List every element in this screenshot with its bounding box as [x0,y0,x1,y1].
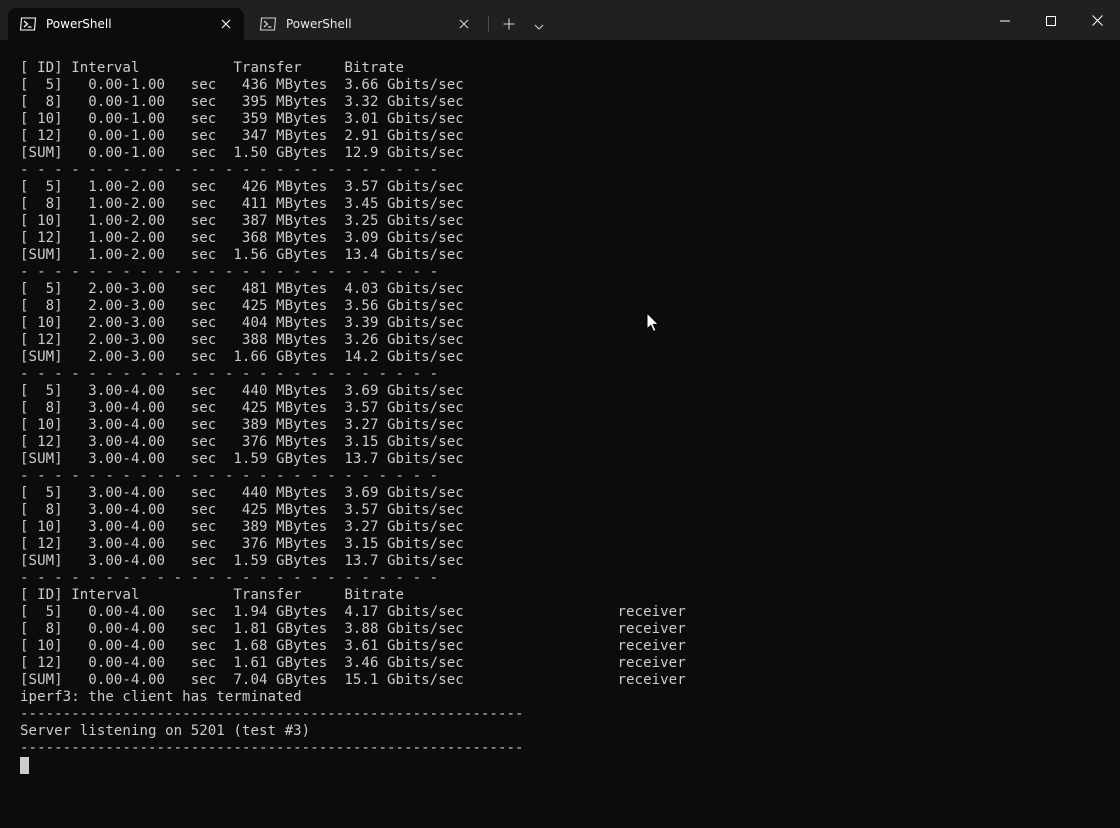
minimize-icon [1000,11,1010,30]
terminal-line: [ 5] 1.00-2.00 sec 426 MBytes 3.57 Gbits… [20,179,464,195]
terminal-line: ----------------------------------------… [20,706,524,722]
terminal-line: [ 10] 0.00-4.00 sec 1.68 GBytes 3.61 Gbi… [20,638,686,654]
terminal-line: [ 8] 2.00-3.00 sec 425 MBytes 3.56 Gbits… [20,298,464,314]
tab-label: PowerShell [286,17,352,31]
terminal-line: - - - - - - - - - - - - - - - - - - - - … [20,570,439,586]
terminal-line: [ 8] 0.00-1.00 sec 395 MBytes 3.32 Gbits… [20,94,464,110]
terminal-line: [ 5] 0.00-1.00 sec 436 MBytes 3.66 Gbits… [20,77,464,93]
terminal-line: [ 12] 0.00-1.00 sec 347 MBytes 2.91 Gbit… [20,128,464,144]
terminal-line: [SUM] 3.00-4.00 sec 1.59 GBytes 13.7 Gbi… [20,553,464,569]
terminal-line: [SUM] 1.00-2.00 sec 1.56 GBytes 13.4 Gbi… [20,247,464,263]
tab-label: PowerShell [46,17,112,31]
tab-powershell-inactive[interactable]: PowerShell [248,8,482,40]
terminal-output[interactable]: [ ID] Interval Transfer Bitrate[ 5] 0.00… [0,40,1120,828]
terminal-line: [ 8] 3.00-4.00 sec 425 MBytes 3.57 Gbits… [20,400,464,416]
powershell-icon [20,16,36,32]
terminal-line: - - - - - - - - - - - - - - - - - - - - … [20,366,439,382]
maximize-icon [1046,11,1056,30]
tab-powershell-active[interactable]: PowerShell [8,8,244,40]
terminal-line: [SUM] 0.00-1.00 sec 1.50 GBytes 12.9 Gbi… [20,145,464,161]
terminal-line: - - - - - - - - - - - - - - - - - - - - … [20,162,439,178]
terminal-line: [ 10] 3.00-4.00 sec 389 MBytes 3.27 Gbit… [20,519,464,535]
terminal-line: [ 12] 2.00-3.00 sec 388 MBytes 3.26 Gbit… [20,332,464,348]
terminal-line: [SUM] 3.00-4.00 sec 1.59 GBytes 13.7 Gbi… [20,451,464,467]
terminal-line: [ 10] 3.00-4.00 sec 389 MBytes 3.27 Gbit… [20,417,464,433]
title-bar[interactable]: PowerShell PowerShell [0,0,1120,40]
minimize-button[interactable] [982,0,1028,40]
terminal-line: [SUM] 0.00-4.00 sec 7.04 GBytes 15.1 Gbi… [20,672,686,688]
mouse-pointer-icon [646,311,660,334]
terminal-line: [ 8] 0.00-4.00 sec 1.81 GBytes 3.88 Gbit… [20,621,686,637]
terminal-line: [ 10] 2.00-3.00 sec 404 MBytes 3.39 Gbit… [20,315,464,331]
plus-icon [503,15,515,34]
terminal-line: [ 8] 1.00-2.00 sec 411 MBytes 3.45 Gbits… [20,196,464,212]
terminal-line: [ 5] 3.00-4.00 sec 440 MBytes 3.69 Gbits… [20,383,464,399]
close-icon[interactable] [216,14,236,34]
chevron-down-icon [534,15,544,34]
tab-divider [488,16,489,32]
terminal-line: [ 10] 1.00-2.00 sec 387 MBytes 3.25 Gbit… [20,213,464,229]
terminal-line: [ 10] 0.00-1.00 sec 359 MBytes 3.01 Gbit… [20,111,464,127]
text-cursor [20,757,29,774]
terminal-window: PowerShell PowerShell [ID] Interval Tra… [0,0,1120,828]
terminal-line: [ 12] 1.00-2.00 sec 368 MBytes 3.09 Gbit… [20,230,464,246]
terminal-line: [SUM] 2.00-3.00 sec 1.66 GBytes 14.2 Gbi… [20,349,464,365]
powershell-icon [260,16,276,32]
close-icon [1091,11,1103,30]
terminal-line: [ 5] 0.00-4.00 sec 1.94 GBytes 4.17 Gbit… [20,604,686,620]
terminal-line: [ 8] 3.00-4.00 sec 425 MBytes 3.57 Gbits… [20,502,464,518]
terminal-line: [ 12] 3.00-4.00 sec 376 MBytes 3.15 Gbit… [20,434,464,450]
terminal-line: [ 12] 0.00-4.00 sec 1.61 GBytes 3.46 Gbi… [20,655,686,671]
terminal-line: [ 5] 3.00-4.00 sec 440 MBytes 3.69 Gbits… [20,485,464,501]
terminal-line: - - - - - - - - - - - - - - - - - - - - … [20,468,439,484]
new-tab-button[interactable] [497,12,521,36]
terminal-line: [ 12] 3.00-4.00 sec 376 MBytes 3.15 Gbit… [20,536,464,552]
terminal-line: - - - - - - - - - - - - - - - - - - - - … [20,264,439,280]
terminal-line: [ 5] 2.00-3.00 sec 481 MBytes 4.03 Gbits… [20,281,464,297]
window-close-button[interactable] [1074,0,1120,40]
terminal-line: [ ID] Interval Transfer Bitrate [20,60,405,76]
close-icon[interactable] [454,14,474,34]
terminal-line: iperf3: the client has terminated [20,689,302,705]
tab-dropdown-button[interactable] [527,12,551,36]
terminal-line: Server listening on 5201 (test #3) [20,723,311,739]
maximize-button[interactable] [1028,0,1074,40]
terminal-line: [ ID] Interval Transfer Bitrate [20,587,405,603]
terminal-line: ----------------------------------------… [20,740,524,756]
